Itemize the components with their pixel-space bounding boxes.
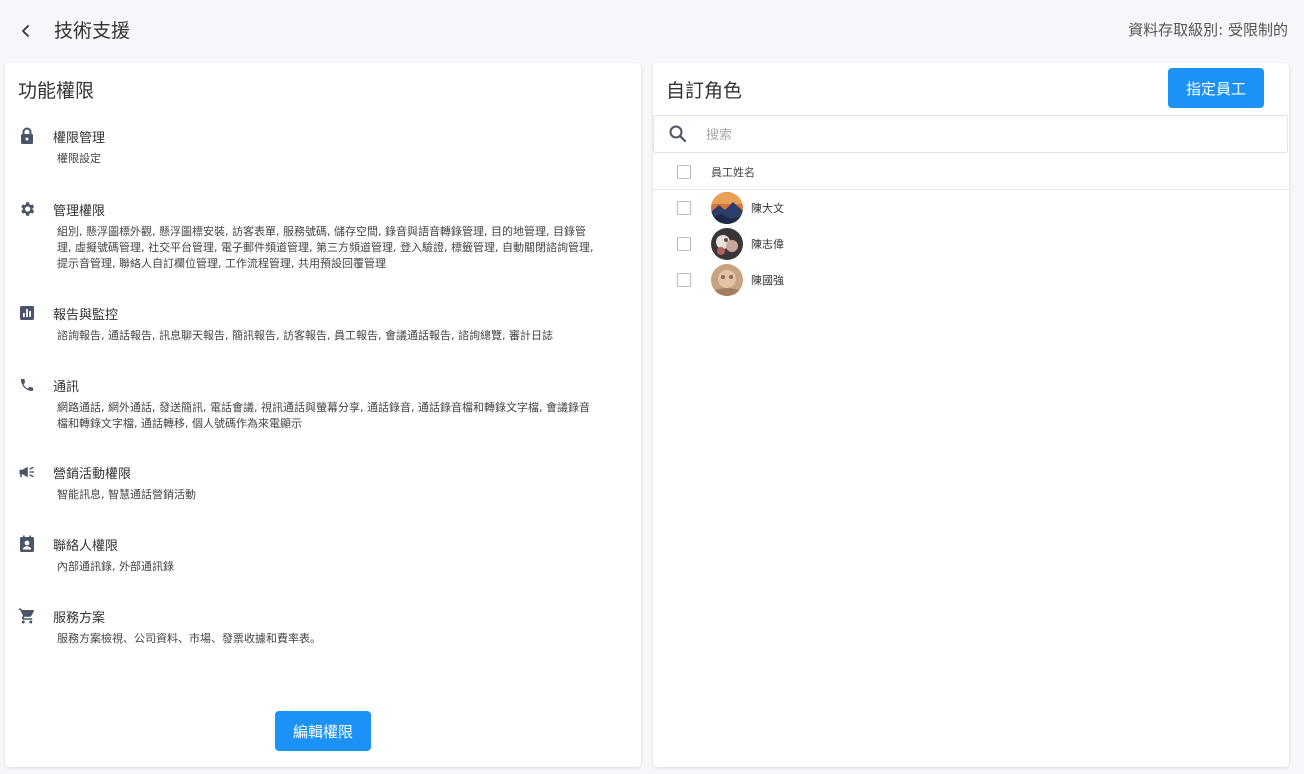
employee-name: 陳志偉 — [751, 238, 784, 251]
contact-card-icon — [17, 534, 37, 554]
employee-name: 陳大文 — [751, 202, 784, 215]
lock-icon — [17, 126, 37, 146]
select-all-checkbox[interactable] — [677, 165, 691, 179]
search-input[interactable] — [706, 124, 1266, 146]
row-checkbox[interactable] — [677, 273, 691, 287]
employee-table-header: 員工姓名 — [653, 155, 1289, 190]
permission-section-contacts: 聯絡人權限 內部通訊錄, 外部通訊錄 — [17, 533, 617, 575]
permission-title: 聯絡人權限 — [53, 538, 119, 554]
avatar — [711, 192, 743, 224]
permission-title: 權限管理 — [53, 130, 106, 146]
permission-desc: 智能訊息, 智慧通話營銷活動 — [57, 488, 196, 501]
employee-name: 陳國強 — [751, 274, 784, 287]
permission-section-admin: 管理權限 組別, 懸浮圖標外觀, 懸浮圖標安裝, 訪客表單, 服務號碼, 儲存空… — [17, 198, 617, 272]
megaphone-icon — [17, 462, 37, 482]
gear-icon — [17, 199, 37, 219]
access-level-label: 資料存取級別: 受限制的 — [1128, 21, 1288, 39]
phone-icon — [17, 375, 37, 395]
permission-title: 服務方案 — [53, 610, 106, 626]
permission-desc: 組別, 懸浮圖標外觀, 懸浮圖標安裝, 訪客表單, 服務號碼, 儲存空間, 錄音… — [57, 225, 594, 270]
row-checkbox[interactable] — [677, 201, 691, 215]
custom-role-title: 自訂角色 — [666, 80, 743, 102]
row-checkbox[interactable] — [677, 237, 691, 251]
permissions-card: 功能權限 權限管理 權限設定 管理權限 組別, 懸浮圖標外觀, 懸浮圖標安裝, … — [5, 63, 641, 767]
permission-desc: 服務方案檢視、公司資料、市場、發票收據和費率表。 — [57, 632, 321, 645]
permission-title: 報告與監控 — [53, 307, 119, 323]
custom-role-card: 自訂角色 指定員工 員工姓名 陳大文 — [653, 63, 1289, 767]
page-title: 技術支援 — [54, 20, 131, 42]
assign-employee-button[interactable]: 指定員工 — [1168, 68, 1264, 108]
avatar — [711, 264, 743, 296]
permission-desc: 網路通話, 網外通話, 發送簡訊, 電話會議, 視訊通話與螢幕分享, 通話錄音,… — [57, 401, 590, 430]
permission-desc: 諮詢報告, 通話報告, 訊息聊天報告, 簡訊報告, 訪客報告, 員工報告, 會議… — [57, 329, 553, 342]
report-chart-icon — [17, 303, 37, 323]
permission-desc: 權限設定 — [57, 152, 101, 165]
permissions-title: 功能權限 — [18, 80, 95, 102]
search-icon — [668, 124, 688, 148]
edit-permissions-button[interactable]: 編輯權限 — [275, 711, 371, 751]
permission-section-reports: 報告與監控 諮詢報告, 通話報告, 訊息聊天報告, 簡訊報告, 訪客報告, 員工… — [17, 302, 617, 344]
permission-title: 營銷活動權限 — [53, 466, 132, 482]
column-header-employee-name: 員工姓名 — [711, 166, 755, 179]
avatar — [711, 228, 743, 260]
permission-title: 管理權限 — [53, 203, 106, 219]
back-button[interactable] — [14, 18, 38, 44]
table-row[interactable]: 陳大文 — [653, 190, 1289, 226]
table-row[interactable]: 陳志偉 — [653, 226, 1289, 262]
cart-icon — [17, 606, 37, 626]
permission-desc: 內部通訊錄, 外部通訊錄 — [57, 560, 174, 573]
chevron-left-icon — [22, 25, 29, 37]
top-bar: 技術支援 資料存取級別: 受限制的 — [0, 0, 1304, 62]
permission-section-service-plan: 服務方案 服務方案檢視、公司資料、市場、發票收據和費率表。 — [17, 605, 617, 647]
search-box — [653, 115, 1288, 153]
permission-section-campaign: 營銷活動權限 智能訊息, 智慧通話營銷活動 — [17, 461, 617, 503]
table-row[interactable]: 陳國強 — [653, 262, 1289, 298]
permission-section-access-management: 權限管理 權限設定 — [17, 125, 617, 167]
permission-section-communication: 通訊 網路通話, 網外通話, 發送簡訊, 電話會議, 視訊通話與螢幕分享, 通話… — [17, 374, 617, 432]
permission-title: 通訊 — [53, 379, 80, 395]
